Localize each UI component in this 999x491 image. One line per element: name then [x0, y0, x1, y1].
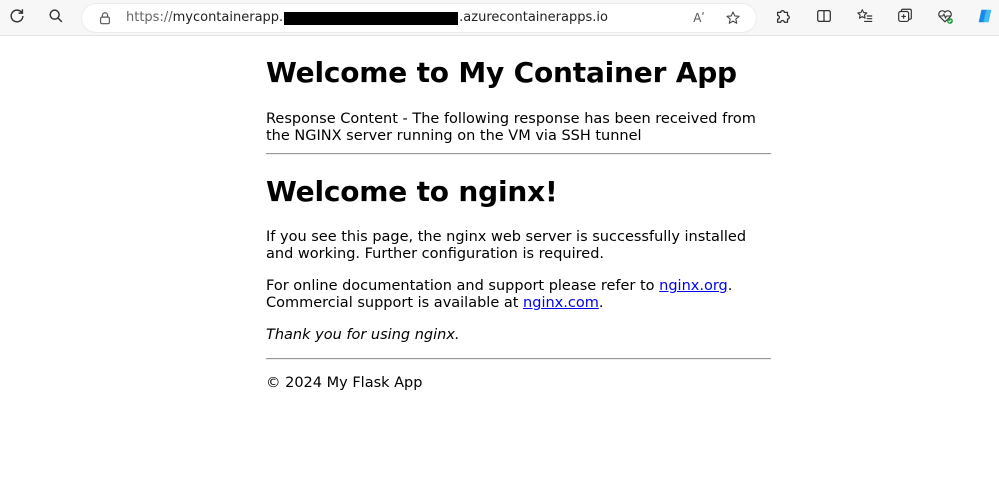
- copilot-icon: [976, 7, 994, 29]
- nginx-docs-paragraph: For online documentation and support ple…: [266, 278, 771, 312]
- divider-bottom: [266, 358, 771, 360]
- nginx-heading: Welcome to nginx!: [266, 175, 558, 208]
- page-content: Welcome to My Container App Response Con…: [266, 36, 771, 392]
- favorites-button[interactable]: [853, 6, 877, 30]
- puzzle-icon: [774, 7, 792, 29]
- docs-text: For online documentation and support ple…: [266, 278, 660, 294]
- collections-icon: [896, 7, 914, 29]
- browser-essentials-button[interactable]: [933, 6, 957, 30]
- split-screen-icon: [815, 7, 833, 29]
- refresh-button[interactable]: [5, 6, 29, 30]
- search-icon: [47, 7, 65, 29]
- collections-button[interactable]: [893, 6, 917, 30]
- heart-pulse-icon: [936, 7, 954, 29]
- read-aloud-icon[interactable]: Aʹ: [690, 9, 708, 27]
- address-bar[interactable]: https://mycontainerapp. .azurecontainerap…: [82, 4, 756, 32]
- search-button[interactable]: [44, 6, 68, 30]
- nginx-com-link[interactable]: nginx.com: [523, 295, 599, 311]
- url-text[interactable]: https://mycontainerapp. .azurecontainerap…: [126, 10, 608, 26]
- refresh-icon: [8, 7, 26, 29]
- support-period: .: [598, 295, 604, 311]
- url-host-start: mycontainerapp.: [172, 10, 284, 25]
- favorite-star-icon[interactable]: [724, 9, 742, 27]
- split-screen-button[interactable]: [812, 6, 836, 30]
- extensions-button[interactable]: [771, 6, 795, 30]
- browser-toolbar: https://mycontainerapp. .azurecontainerap…: [0, 0, 999, 36]
- redacted-block: [284, 11, 459, 25]
- url-host-end: .azurecontainerapps.io: [459, 10, 608, 25]
- docs-period: .: [727, 278, 733, 294]
- nginx-thanks: Thank you for using nginx.: [266, 327, 460, 343]
- page-title: Welcome to My Container App: [266, 56, 737, 89]
- divider-top: [266, 153, 771, 155]
- lock-icon[interactable]: [96, 9, 114, 27]
- nginx-org-link[interactable]: nginx.org: [659, 278, 728, 294]
- response-description: Response Content - The following respons…: [266, 111, 756, 144]
- nginx-intro: If you see this page, the nginx web serv…: [266, 229, 747, 262]
- favorites-list-icon: [856, 7, 874, 29]
- support-text: Commercial support is available at: [266, 295, 524, 311]
- copilot-button[interactable]: [973, 6, 997, 30]
- footer-copyright: © 2024 My Flask App: [266, 375, 423, 391]
- url-scheme: https://: [126, 10, 173, 25]
